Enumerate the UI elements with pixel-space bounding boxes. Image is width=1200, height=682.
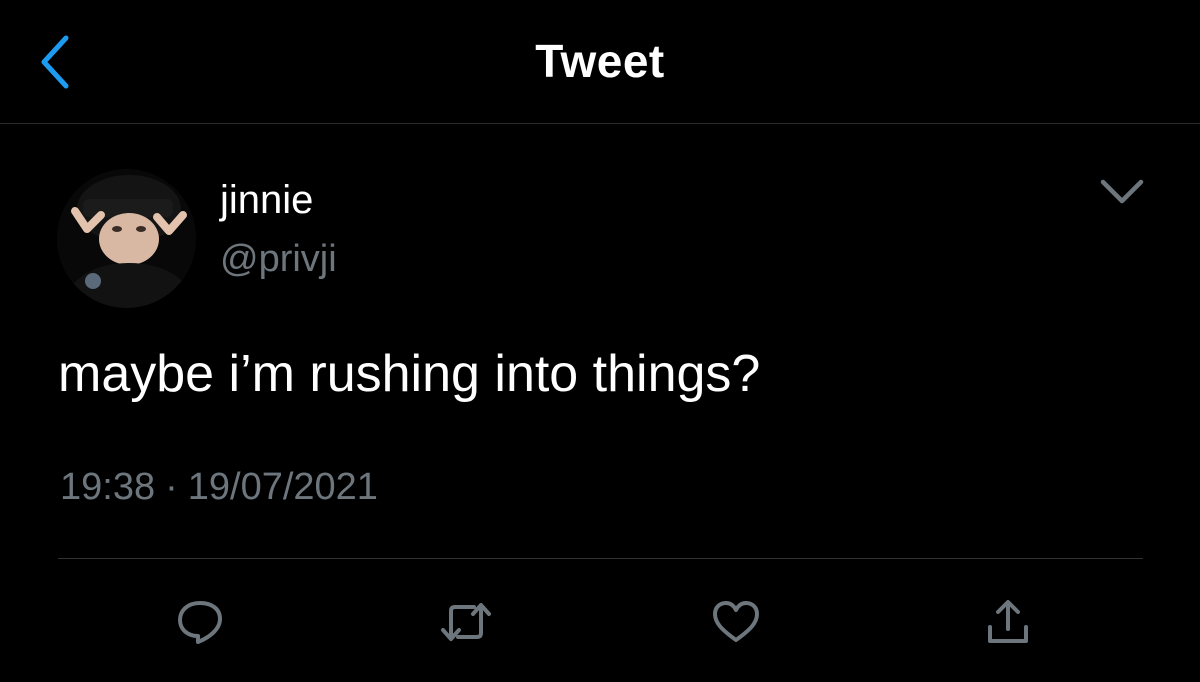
tweet-date: 19/07/2021: [187, 466, 378, 508]
like-button[interactable]: [706, 594, 766, 650]
tweet-text: maybe i’m rushing into things?: [58, 345, 761, 403]
tweet-timestamp[interactable]: 19:38 · 19/07/2021: [60, 466, 378, 509]
reply-icon: [178, 601, 222, 644]
user-handle[interactable]: @privji: [220, 238, 337, 281]
display-name[interactable]: jinnie: [220, 178, 313, 223]
retweet-button[interactable]: [436, 594, 496, 650]
heart-icon: [713, 601, 759, 642]
share-button[interactable]: [978, 594, 1038, 650]
reply-button[interactable]: [170, 594, 230, 650]
page-title: Tweet: [535, 35, 665, 87]
top-bar: Tweet: [0, 0, 1200, 124]
avatar[interactable]: [57, 169, 196, 308]
separator-dot: ·: [165, 466, 178, 508]
tweet-time: 19:38: [60, 466, 156, 508]
chevron-down-icon: [1100, 179, 1144, 204]
more-options-button[interactable]: [1096, 172, 1148, 212]
share-icon: [988, 600, 1028, 643]
retweet-icon: [441, 603, 491, 641]
divider: [58, 558, 1143, 559]
avatar-image: [57, 169, 196, 308]
